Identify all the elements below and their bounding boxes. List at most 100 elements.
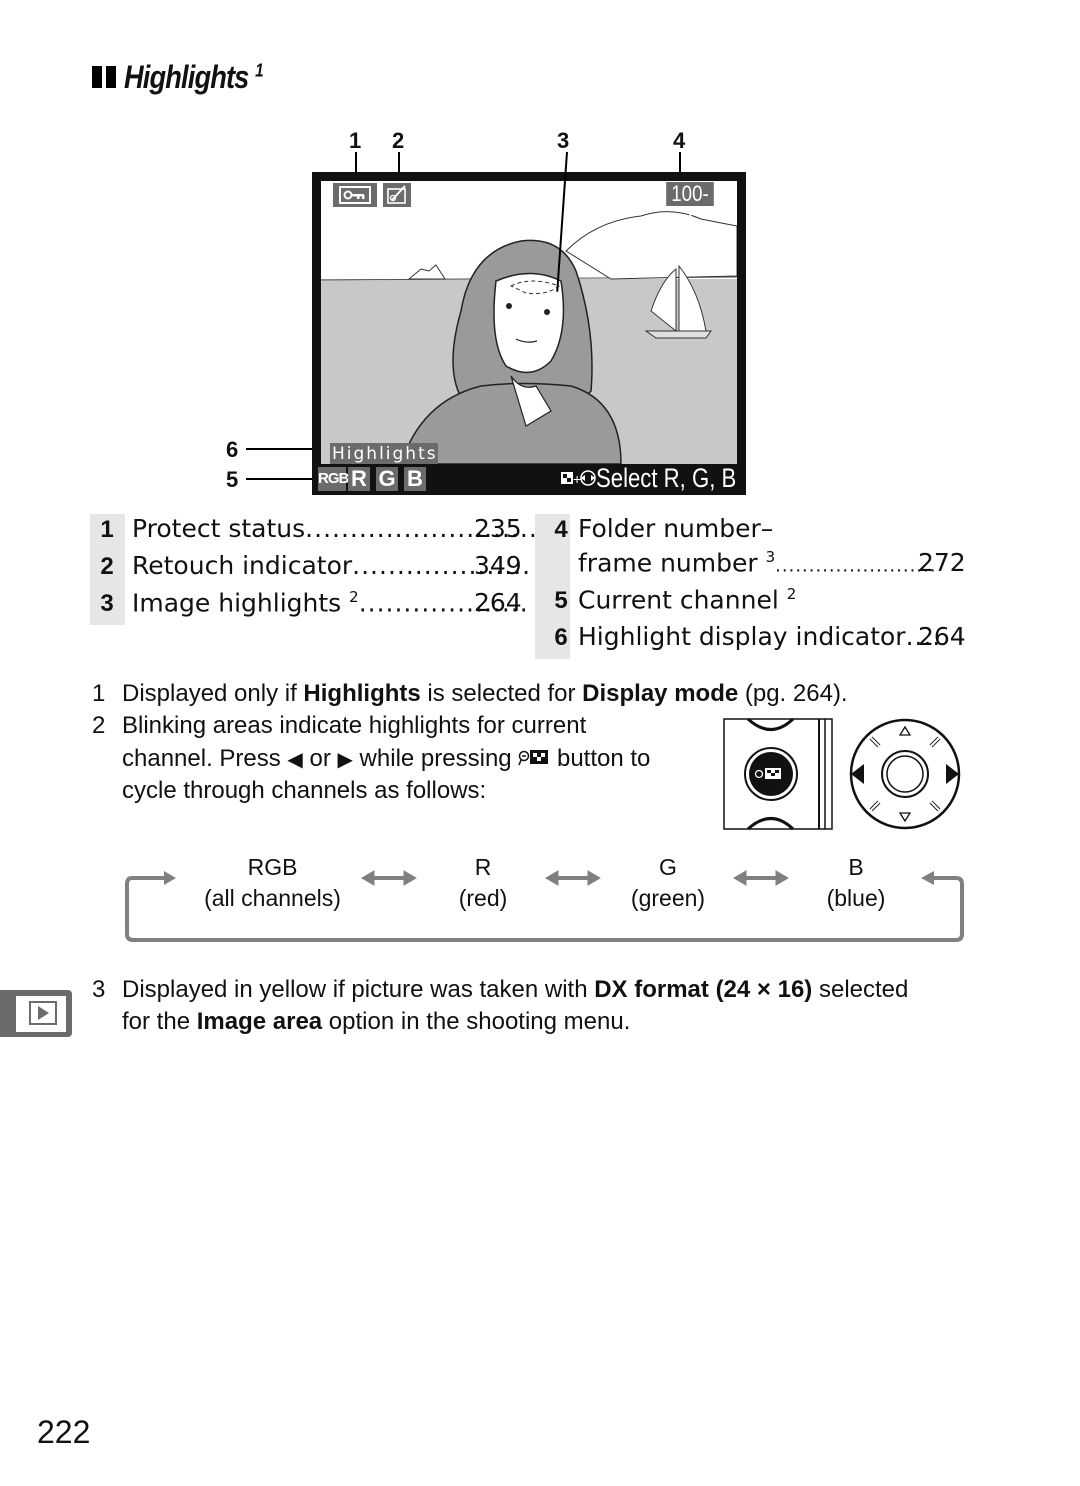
highlight-display-indicator: Highlights [330, 443, 438, 464]
cycle-arrow-in [164, 871, 176, 885]
left-arrow-icon: ◀ [287, 749, 303, 771]
footnote-bold: DX format (24 × 16) [594, 976, 813, 1003]
index-page-349: 349 [474, 551, 522, 580]
cycle-sublabel: (all channels) [204, 885, 341, 911]
index-label: Protect status [132, 514, 306, 543]
playback-section-tab [0, 990, 72, 1037]
camera-monitor: 100-1 Highlights RGB R G B + Select R, G… [312, 172, 746, 495]
index-page-272: 272 [918, 548, 966, 577]
index-item-retouch-indicator: Retouch indicator.................... [132, 551, 531, 580]
key-icon [339, 186, 371, 204]
footnote-text: Displayed in yellow if picture was taken… [122, 976, 595, 1003]
heading-text: Highlights [124, 59, 249, 95]
cycle-g: G (green) [618, 852, 718, 914]
index-num-2: 2 [100, 553, 114, 580]
playback-image: 100-1 Highlights [321, 181, 737, 464]
index-sup: 2 [786, 585, 797, 603]
index-item-frame-number: frame number 3........................ [578, 548, 936, 577]
thumbnail-plus-multiselector-icon: + [560, 466, 596, 492]
cycle-label: B [848, 854, 864, 880]
index-num-6: 6 [554, 624, 568, 651]
cycle-sublabel: (blue) [826, 885, 886, 911]
index-num-3: 3 [100, 590, 114, 617]
index-num-4: 4 [554, 516, 568, 543]
footnote-text: or [302, 745, 338, 772]
footnote-1-number: 1 [92, 680, 106, 707]
index-label: frame number [578, 548, 766, 578]
footnote-2-line-2: channel. Press ◀ or ▶ while pressing but… [122, 745, 650, 773]
callout-2: 2 [392, 128, 405, 153]
index-label: Current channel [578, 585, 787, 615]
index-item-current-channel: Current channel 2 [578, 585, 796, 614]
heading-marker [92, 66, 102, 88]
footnote-2-number: 2 [92, 712, 106, 739]
index-label: Highlight display indicator [578, 622, 906, 651]
right-arrow-icon: ▶ [337, 749, 353, 771]
section-heading: Highlights 1 [92, 56, 287, 96]
footnote-2-line-1: Blinking areas indicate highlights for c… [122, 712, 587, 739]
cycle-label: G [659, 854, 677, 880]
footnote-text: Displayed only if [122, 680, 304, 707]
camera-controls-illustration [723, 717, 963, 831]
cycle-label: RGB [247, 854, 298, 880]
index-label: Retouch indicator [132, 551, 353, 580]
heading-marker [106, 66, 116, 88]
footnote-text: option in the shooting menu. [322, 1008, 631, 1035]
protect-status-indicator [333, 183, 377, 207]
footnote-bold: Display mode [582, 680, 739, 707]
cycle-sublabel: (green) [630, 885, 706, 911]
index-sup: 3 [765, 548, 776, 566]
zoom-out-thumbnail-icon [518, 747, 550, 767]
cycle-r: R (red) [433, 852, 533, 914]
footnote-text: selected [812, 976, 909, 1003]
folder-frame-number: 100-1 [666, 182, 714, 230]
svg-text:+: + [573, 471, 581, 487]
heading-footnote-ref: 1 [255, 60, 264, 81]
index-item-folder-number: Folder number– [578, 514, 774, 543]
index-dots: ........................ [775, 555, 937, 577]
footnote-text: button to [550, 745, 651, 772]
callout-line-5 [246, 478, 318, 480]
retouch-brush-icon [387, 185, 406, 204]
callout-4: 4 [673, 128, 686, 153]
footnote-3-number: 3 [92, 976, 106, 1003]
select-channel-hint: Select R, G, B [596, 463, 737, 493]
callout-1: 1 [349, 128, 362, 153]
cycle-b: B (blue) [806, 852, 906, 914]
channel-r: R [348, 467, 370, 491]
footnote-text: for the [122, 1008, 197, 1035]
cycle-sublabel: (red) [458, 885, 508, 911]
index-item-image-highlights: Image highlights 2................... [132, 588, 529, 617]
footnote-2-line-3: cycle through channels as follows: [122, 777, 487, 804]
index-item-highlight-display-indicator: Highlight display indicator.... [578, 622, 941, 651]
callout-3: 3 [557, 128, 570, 153]
index-sup: 2 [349, 588, 359, 606]
footnote-1: Displayed only if Highlights is selected… [122, 680, 848, 708]
photo-illustration [321, 181, 737, 464]
footnote-3-line-1: Displayed in yellow if picture was taken… [122, 976, 908, 1004]
footnote-3-line-2: for the Image area option in the shootin… [122, 1008, 630, 1036]
footnote-text: channel. Press [122, 745, 288, 772]
channel-g: G [376, 467, 398, 491]
channel-rgb: RGB [318, 467, 349, 491]
index-num-5: 5 [554, 587, 568, 614]
callout-6: 6 [226, 437, 239, 462]
playback-icon [16, 996, 66, 1032]
index-page-264: 264 [474, 588, 522, 617]
cycle-arrow-in-right [921, 871, 934, 885]
index-num-1: 1 [100, 516, 114, 543]
footnote-text: is selected for [420, 680, 583, 707]
footnote-bold: Image area [196, 1008, 323, 1035]
channel-b: B [404, 467, 426, 491]
callout-5: 5 [226, 467, 239, 492]
cycle-label: R [474, 854, 492, 880]
index-label: Image highlights [132, 588, 350, 618]
footnote-text: while pressing [352, 745, 519, 772]
footnote-bold: Highlights [303, 680, 421, 707]
heading-title: Highlights 1 [124, 59, 264, 96]
cycle-rgb: RGB (all channels) [190, 852, 355, 914]
page-number: 222 [37, 1414, 91, 1450]
index-page-235: 235 [474, 514, 522, 543]
footnote-text: (pg. 264). [738, 680, 848, 707]
retouch-indicator [383, 183, 411, 207]
